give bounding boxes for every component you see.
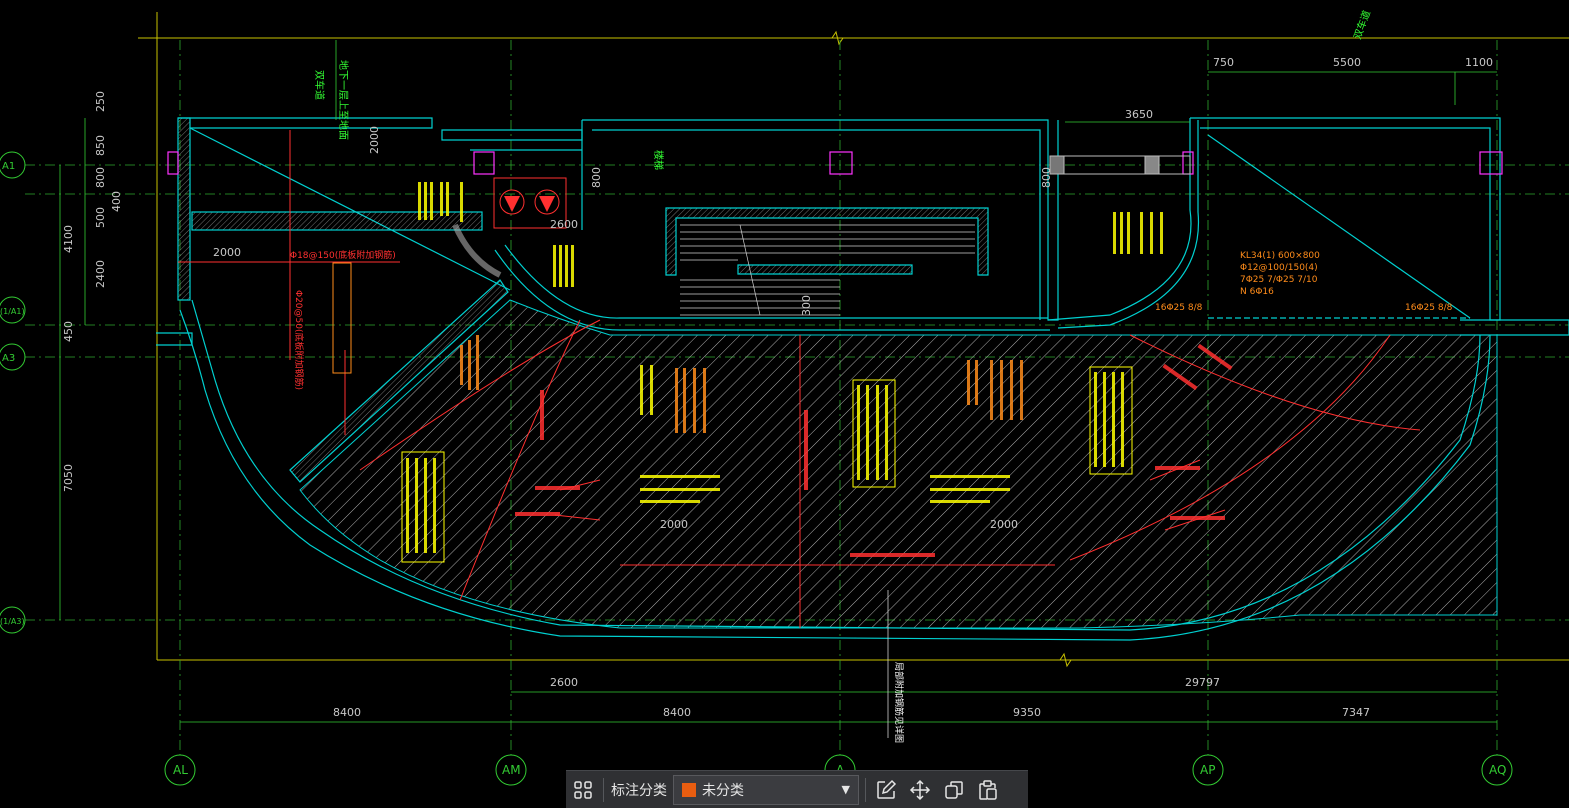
left-dimensions: 250 850 800 400 500 4100 2400 450 7050 [62, 91, 123, 492]
axis-bubbles-left [0, 151, 26, 634]
axis-label-AM: AM [502, 763, 521, 777]
axis-label-AL: AL [173, 763, 188, 777]
toolbar-divider [865, 777, 866, 802]
svg-text:Φ12@100/150(4): Φ12@100/150(4) [1240, 263, 1318, 273]
copy-icon[interactable] [937, 773, 971, 807]
svg-text:450: 450 [62, 321, 75, 342]
axis-label-1-A1: (1/A1) [0, 307, 25, 316]
top-green-note: 地下一层上至地面 [337, 60, 350, 140]
dim-7347: 7347 [1342, 706, 1370, 719]
svg-text:250: 250 [94, 91, 107, 112]
annotation-toolbar: 标注分类 未分类 ▼ [566, 770, 1028, 808]
top-green-note-2: 双车道 [313, 70, 326, 100]
move-icon[interactable] [903, 773, 937, 807]
svg-text:800: 800 [590, 167, 603, 188]
dim-8400-b: 8400 [663, 706, 691, 719]
dim-9350: 9350 [1013, 706, 1041, 719]
edit-icon[interactable] [869, 773, 903, 807]
category-select[interactable]: 未分类 ▼ [673, 774, 859, 805]
svg-text:500: 500 [94, 207, 107, 228]
svg-text:2000: 2000 [213, 246, 241, 259]
axis-label-AP: AP [1200, 763, 1215, 777]
axis-label-AQ: AQ [1489, 763, 1506, 777]
svg-text:7Φ25 7/Φ25 7/10: 7Φ25 7/Φ25 7/10 [1240, 275, 1318, 285]
svg-text:2400: 2400 [94, 260, 107, 288]
svg-text:850: 850 [94, 135, 107, 156]
rebar-note-left-1: Φ18@150(底板附加钢筋) [290, 249, 396, 261]
svg-text:2000: 2000 [990, 518, 1018, 531]
rebar-note-2: 16Φ25 8/8 [1405, 303, 1453, 313]
svg-text:2600: 2600 [550, 218, 578, 231]
dim-3650: 3650 [1125, 108, 1153, 121]
column-markers [167, 151, 1503, 175]
chevron-down-icon: ▼ [841, 783, 850, 796]
dim-1100: 1100 [1465, 56, 1493, 69]
bottom-note: 局部附加钢筋见详图 [893, 662, 905, 743]
dim-750: 750 [1213, 56, 1234, 69]
svg-text:7050: 7050 [62, 464, 75, 492]
top-right-green-note: 双车道 [1351, 8, 1373, 41]
svg-text:4100: 4100 [62, 225, 75, 253]
svg-text:800: 800 [94, 167, 107, 188]
svg-text:N 6Φ16: N 6Φ16 [1240, 287, 1274, 297]
svg-text:KL34(1) 600×800: KL34(1) 600×800 [1240, 251, 1320, 261]
svg-text:400: 400 [110, 191, 123, 212]
paste-icon[interactable] [971, 773, 1005, 807]
category-select-value: 未分类 [702, 782, 744, 799]
svg-text:800: 800 [1040, 167, 1053, 188]
axis-label-A3: A3 [2, 353, 15, 364]
dim-8400-a: 8400 [333, 706, 361, 719]
rebar-note-left-2: Φ20@50(底板附加钢筋) [293, 290, 305, 390]
category-label: 标注分类 [611, 782, 667, 799]
toolbar-divider [603, 777, 604, 802]
dim-2600: 2600 [550, 676, 578, 689]
rebar-note-1: 16Φ25 8/8 [1155, 303, 1203, 313]
svg-text:2000: 2000 [660, 518, 688, 531]
dim-29797: 29797 [1185, 676, 1220, 689]
dim-5500: 5500 [1333, 56, 1361, 69]
axis-label-1-A3: (1/A3) [0, 617, 25, 626]
svg-text:2000: 2000 [368, 126, 381, 154]
cad-drawing-canvas[interactable]: AL AM A AP AQ A1 (1/A1) A3 (1/A3) [0, 0, 1569, 808]
stair-label: 楼梯 [652, 150, 665, 170]
category-color-swatch [682, 782, 696, 797]
kl34-beam-note: KL34(1) 600×800 Φ12@100/150(4) 7Φ25 7/Φ2… [1240, 251, 1320, 297]
axis-label-A1: A1 [2, 161, 15, 172]
svg-text:300: 300 [800, 295, 813, 316]
hatched-slab [299, 299, 1498, 629]
apps-grid-icon[interactable] [566, 773, 600, 807]
